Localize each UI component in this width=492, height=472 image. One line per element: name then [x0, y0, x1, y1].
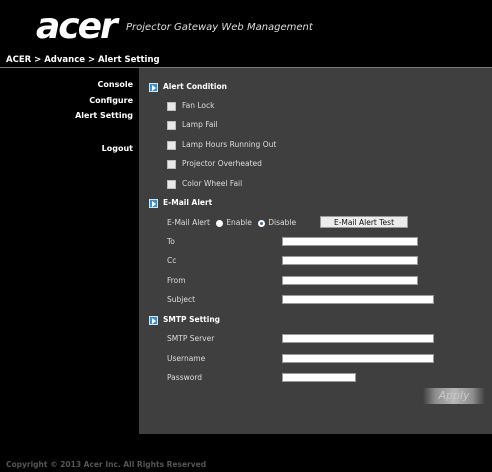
to-field[interactable] [282, 237, 418, 246]
disable-label: Disable [268, 218, 297, 227]
section-title: SMTP Setting [163, 315, 221, 324]
color-wheel-checkbox[interactable] [167, 179, 176, 189]
enable-label: Enable [226, 218, 252, 227]
section-alert-condition: Alert Condition [149, 82, 227, 92]
fan-lock-checkbox[interactable] [167, 101, 176, 111]
footer: Copyright © 2013 Acer Inc. All Rights Re… [0, 434, 492, 472]
sidebar-item-logout[interactable]: Logout [102, 144, 133, 153]
disable-radio[interactable] [258, 219, 266, 227]
copyright: Copyright © 2013 Acer Inc. All Rights Re… [6, 460, 207, 469]
section-smtp: SMTP Setting [149, 315, 220, 325]
password-field[interactable] [282, 373, 356, 382]
checkbox-row-fan-lock: Fan Lock [167, 101, 214, 111]
sidebar-item-console[interactable]: Console [98, 80, 134, 89]
from-field[interactable] [282, 276, 418, 285]
section-title: E-Mail Alert [163, 198, 213, 207]
enable-radio[interactable] [216, 219, 224, 227]
apply-button[interactable]: Apply [423, 388, 485, 404]
lamp-fail-checkbox[interactable] [167, 120, 176, 130]
header-title: Projector Gateway Web Management [126, 22, 313, 33]
lamp-hours-checkbox[interactable] [167, 140, 176, 150]
username-label: Username [167, 354, 206, 363]
arrow-right-icon [149, 82, 158, 92]
sidebar-item-alert-setting[interactable]: Alert Setting [75, 111, 133, 120]
cc-label: Cc [167, 256, 177, 265]
checkbox-row-lamp-hours: Lamp Hours Running Out [167, 140, 276, 150]
arrow-right-icon [149, 198, 158, 208]
arrow-right-icon [149, 315, 158, 325]
username-field[interactable] [282, 354, 434, 363]
sidebar-item-configure[interactable]: Configure [89, 96, 133, 105]
main-panel: Alert Condition Fan Lock Lamp Fail Lamp … [139, 68, 492, 434]
checkbox-row-lamp-fail: Lamp Fail [167, 120, 218, 130]
section-title: Alert Condition [163, 82, 227, 91]
password-label: Password [167, 373, 203, 382]
section-email-alert: E-Mail Alert [149, 198, 212, 208]
checkbox-label: Fan Lock [182, 101, 215, 110]
checkbox-label: Color Wheel Fail [182, 179, 243, 188]
subject-field[interactable] [282, 295, 434, 304]
email-alert-radio-group: E-Mail Alert Enable Disable [167, 218, 296, 227]
smtp-server-field[interactable] [282, 334, 434, 343]
email-alert-test-button[interactable]: E-Mail Alert Test [320, 216, 408, 228]
breadcrumb: ACER > Advance > Alert Setting [6, 55, 160, 65]
checkbox-label: Projector Overheated [182, 159, 262, 168]
acer-logo: acer [36, 6, 118, 47]
smtp-server-label: SMTP Server [167, 334, 215, 343]
checkbox-label: Lamp Hours Running Out [182, 140, 277, 149]
subject-label: Subject [167, 295, 196, 304]
sidebar: Console Configure Alert Setting Logout [0, 68, 139, 434]
from-label: From [167, 276, 186, 285]
overheated-checkbox[interactable] [167, 159, 176, 169]
header: acer Projector Gateway Web Management [0, 0, 492, 52]
checkbox-row-overheated: Projector Overheated [167, 159, 262, 169]
checkbox-row-color-wheel: Color Wheel Fail [167, 179, 242, 189]
email-alert-label: E-Mail Alert [167, 218, 210, 227]
cc-field[interactable] [282, 256, 418, 265]
checkbox-label: Lamp Fail [182, 120, 218, 129]
to-label: To [167, 237, 175, 246]
